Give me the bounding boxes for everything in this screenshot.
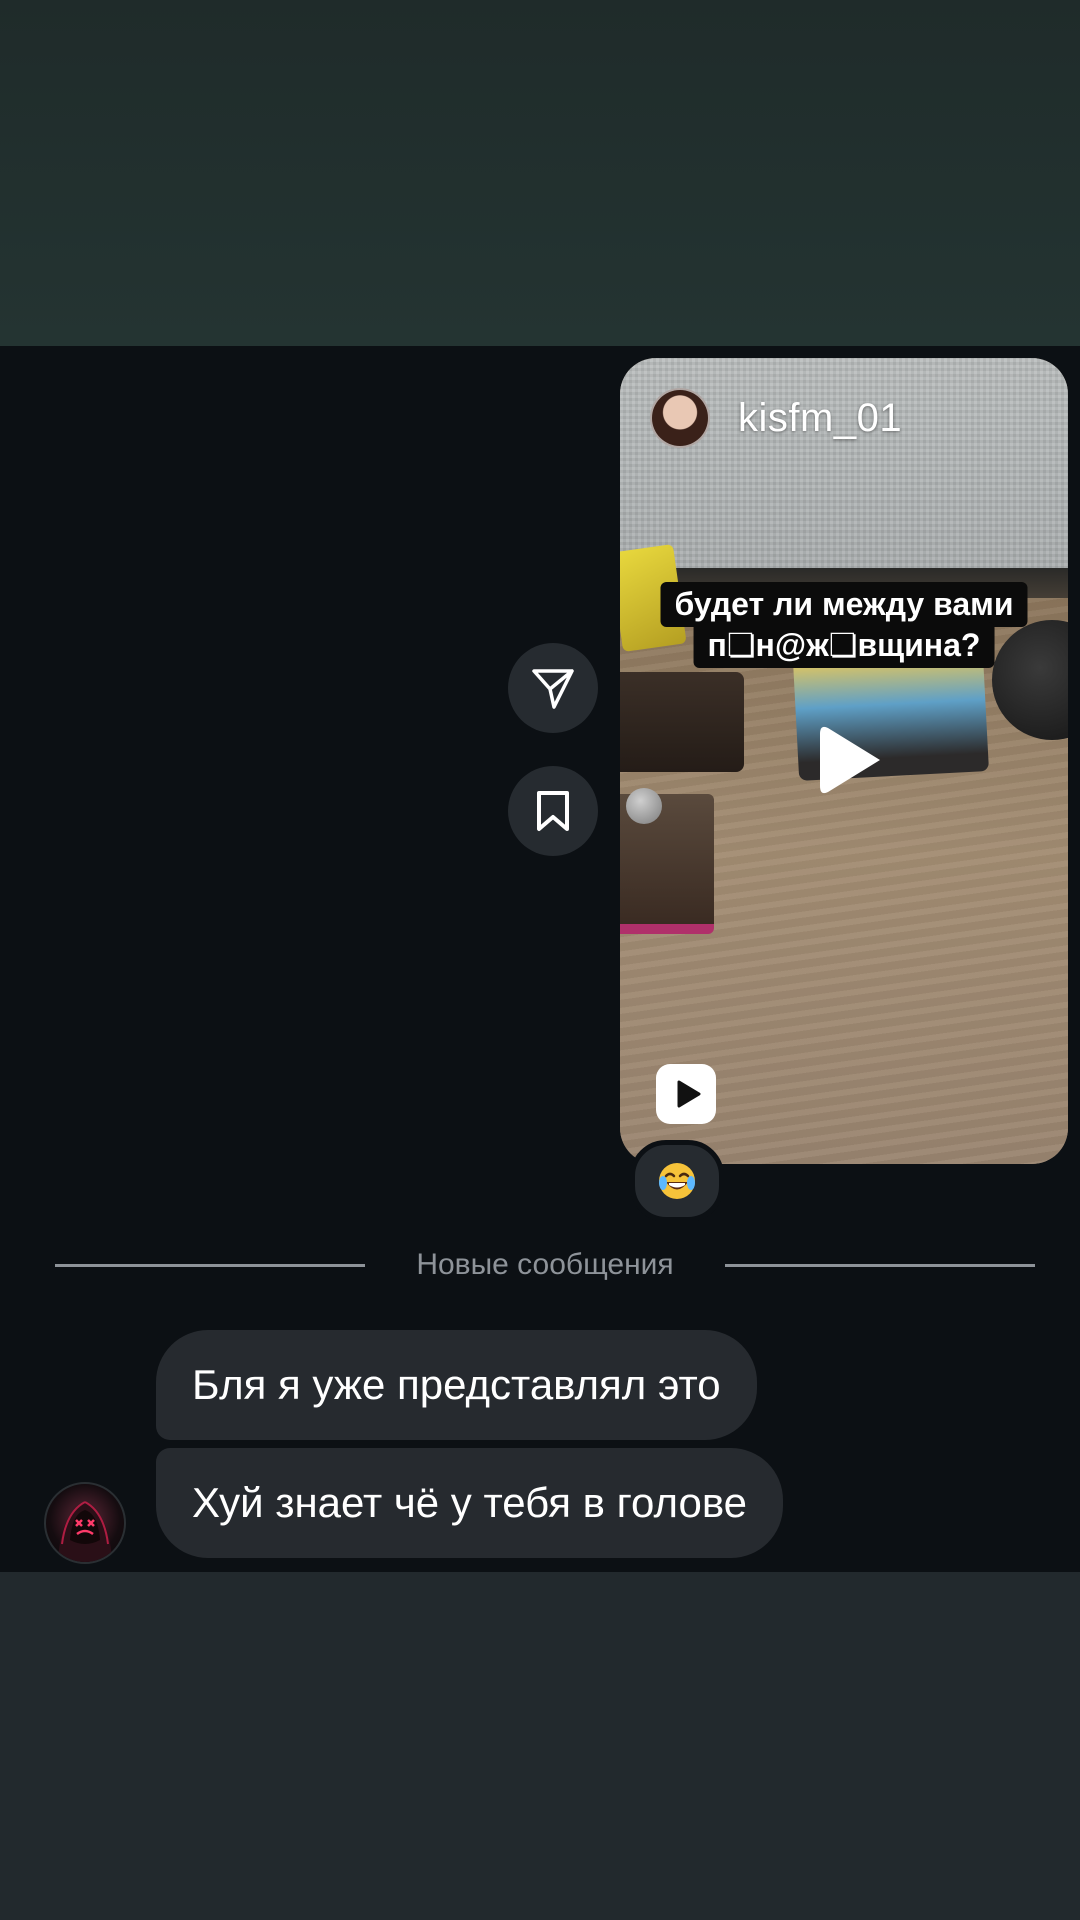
message-bubble[interactable]: Хуй знает чё у тебя в голове bbox=[156, 1448, 784, 1558]
reel-author-username[interactable]: kisfm_01 bbox=[738, 396, 902, 441]
new-messages-label: Новые сообщения bbox=[416, 1248, 674, 1281]
reel-author[interactable]: kisfm_01 bbox=[650, 388, 902, 448]
new-messages-divider: Новые сообщения bbox=[55, 1245, 1035, 1285]
sender-avatar[interactable] bbox=[44, 1482, 126, 1564]
bookmark-icon bbox=[537, 791, 569, 831]
share-button[interactable] bbox=[508, 643, 598, 733]
divider-line bbox=[725, 1264, 1035, 1267]
reel-caption-line-1: будет ли между вами bbox=[660, 582, 1028, 627]
tears-of-joy-emoji-icon bbox=[659, 1163, 695, 1199]
message-reaction[interactable] bbox=[630, 1140, 724, 1222]
reel-caption-line-2: п❏н@ж❏вщина? bbox=[693, 622, 995, 668]
bottom-overlay bbox=[0, 1572, 1080, 1920]
screen: kisfm_01 будет ли между вами п❏н@ж❏вщина… bbox=[0, 0, 1080, 1920]
save-button[interactable] bbox=[508, 766, 598, 856]
hooded-figure-avatar-icon bbox=[58, 1501, 112, 1562]
divider-line bbox=[55, 1264, 365, 1267]
top-overlay bbox=[0, 0, 1080, 346]
reels-icon bbox=[656, 1064, 716, 1124]
message-bubble[interactable]: Бля я уже представлял это bbox=[156, 1330, 757, 1440]
play-icon[interactable] bbox=[810, 720, 890, 800]
send-icon bbox=[532, 669, 574, 709]
reel-author-avatar[interactable] bbox=[650, 388, 710, 448]
shared-reel-card[interactable]: kisfm_01 будет ли между вами п❏н@ж❏вщина… bbox=[620, 358, 1068, 1164]
stone-image bbox=[626, 788, 662, 824]
card-box-image bbox=[620, 672, 744, 772]
